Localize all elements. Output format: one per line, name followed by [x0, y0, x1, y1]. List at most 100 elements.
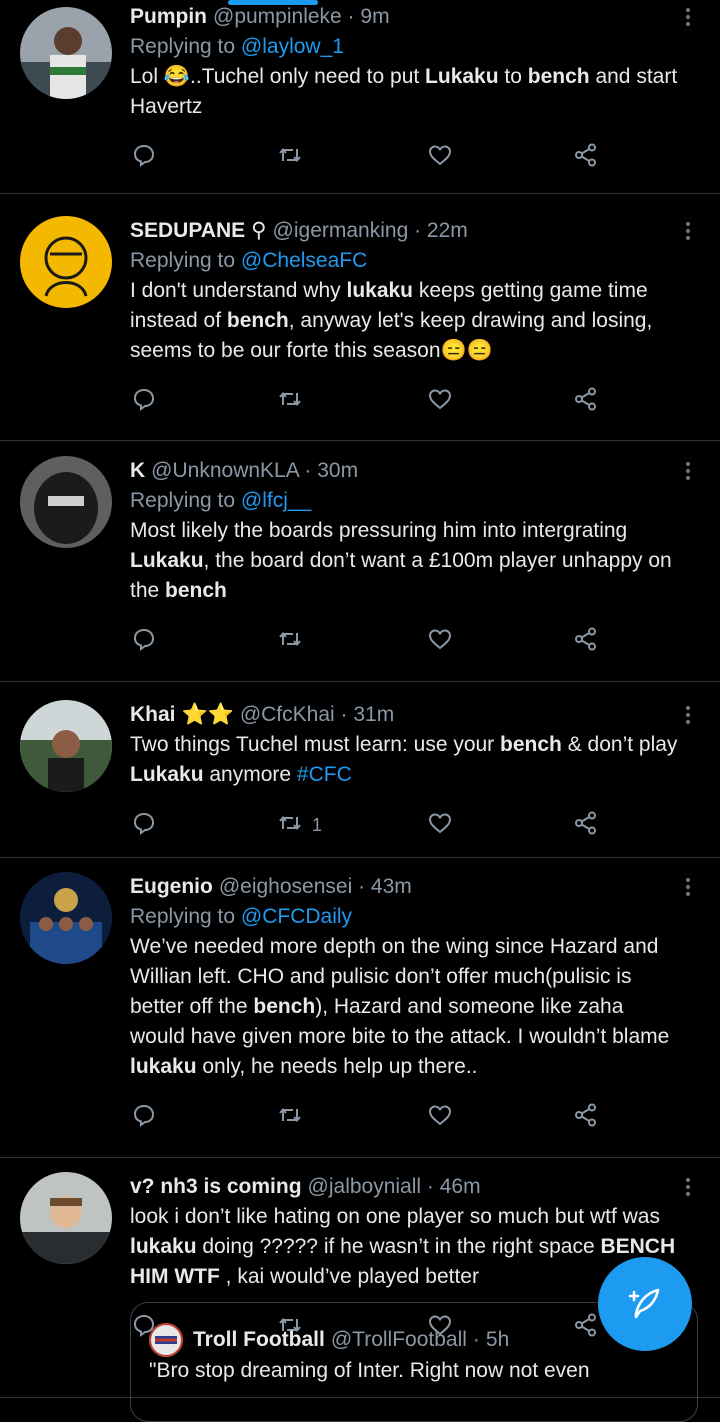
retweet-count: 1 [312, 814, 323, 835]
tweet-time[interactable]: 43m [371, 875, 412, 898]
retweet-button[interactable] [276, 140, 304, 174]
tweet[interactable]: Eugenio @eighosensei · 43m Replying to @CF… [0, 858, 720, 1158]
more-icon[interactable] [684, 462, 692, 483]
like-button[interactable] [426, 808, 454, 842]
more-icon[interactable] [684, 706, 692, 727]
avatar[interactable] [20, 1172, 112, 1264]
text-segment: & don’t play [561, 733, 678, 756]
separator-dot: · [298, 459, 318, 482]
retweet-icon [276, 1101, 304, 1134]
author-handle[interactable]: @jalboyniall [308, 1175, 422, 1198]
tweet-actions [130, 624, 610, 658]
like-button[interactable] [426, 1100, 454, 1134]
tweet-time[interactable]: 31m [353, 703, 394, 726]
retweet-icon [276, 625, 304, 658]
compose-tweet-button[interactable] [598, 1257, 692, 1351]
highlighted-term: lukaku [130, 1235, 197, 1258]
author-handle[interactable]: @CfcKhai [240, 703, 335, 726]
more-icon[interactable] [684, 222, 692, 243]
highlighted-term: BENCH [600, 1235, 676, 1258]
tweet-text: We’ve needed more depth on the wing sinc… [130, 932, 680, 1082]
mention-link[interactable]: @lfcj__ [241, 489, 311, 512]
tweet[interactable]: SEDUPANE ⚲ @igermanking · 22m Replying to @… [0, 194, 720, 441]
tweet-text: look i don’t like hating on one player s… [130, 1202, 680, 1292]
hashtag-link[interactable]: #CFC [297, 763, 352, 786]
tweet-time[interactable]: 30m [317, 459, 358, 482]
tweet-actions [130, 384, 610, 418]
text-segment: anymore [203, 763, 297, 786]
avatar[interactable] [20, 456, 112, 548]
share-icon [572, 809, 600, 842]
more-icon[interactable] [684, 878, 692, 899]
quoted-author-handle[interactable]: @TrollFootball [331, 1328, 467, 1352]
retweet-button[interactable] [276, 384, 304, 418]
replying-to: Replying to @CFCDaily [130, 902, 680, 932]
tweet-content: K @UnknownKLA · 30m Replying to @lfcj__ Mos… [130, 456, 680, 606]
retweet-icon [276, 385, 304, 418]
tweet[interactable]: K @UnknownKLA · 30m Replying to @lfcj__ Mos… [0, 441, 720, 682]
author-name[interactable]: Khai [130, 703, 176, 726]
text-segment: look i don’t like hating on one player s… [130, 1205, 660, 1228]
author-name[interactable]: K [130, 459, 145, 482]
highlighted-term: bench [226, 309, 289, 332]
mention-link[interactable]: @CFCDaily [241, 905, 352, 928]
tweet-content: SEDUPANE ⚲ @igermanking · 22m Replying to @… [130, 216, 680, 366]
highlighted-term: bench [500, 733, 562, 756]
retweet-button[interactable] [276, 1100, 304, 1134]
share-button[interactable] [572, 384, 600, 418]
like-button[interactable] [426, 624, 454, 658]
tweet-header: Eugenio @eighosensei · 43m [130, 872, 680, 902]
author-name[interactable]: Eugenio [130, 875, 213, 898]
share-button[interactable] [572, 808, 600, 842]
author-handle[interactable]: @UnknownKLA [151, 459, 298, 482]
like-icon [426, 141, 454, 174]
reply-button[interactable] [130, 384, 158, 418]
author-name[interactable]: v? nh3 is coming [130, 1175, 302, 1198]
like-button[interactable] [426, 140, 454, 174]
text-segment: doing ????? if he wasn’t in the right sp… [196, 1235, 601, 1258]
tweet-content: Pumpin @pumpinleke · 9m Replying to @laylo… [130, 2, 680, 122]
share-button[interactable] [572, 624, 600, 658]
retweet-button[interactable] [276, 624, 304, 658]
reply-button[interactable] [130, 140, 158, 174]
reply-button[interactable] [130, 624, 158, 658]
like-button[interactable] [426, 384, 454, 418]
avatar[interactable] [20, 216, 112, 308]
reply-button[interactable] [130, 1100, 158, 1134]
tweet[interactable]: Pumpin @pumpinleke · 9m Replying to @laylo… [0, 0, 720, 194]
mention-link[interactable]: @laylow_1 [241, 35, 344, 58]
author-name[interactable]: Pumpin [130, 5, 207, 28]
author-badge: ⭐⭐ [181, 703, 234, 726]
tweet[interactable]: Khai ⭐⭐ @CfcKhai · 31m Two things Tuchel mu… [0, 682, 720, 858]
tweet-time[interactable]: 9m [360, 5, 389, 28]
avatar[interactable] [20, 7, 112, 99]
tweet-time[interactable]: 22m [427, 219, 468, 242]
highlighted-term: lukaku [130, 1055, 197, 1078]
separator-dot: · [472, 1328, 480, 1351]
avatar[interactable] [20, 872, 112, 964]
author-handle[interactable]: @igermanking [273, 219, 409, 242]
replying-to-label: Replying to [130, 905, 236, 928]
share-button[interactable] [572, 1100, 600, 1134]
tweet-time[interactable]: 46m [440, 1175, 481, 1198]
more-icon[interactable] [684, 1178, 692, 1199]
highlighted-term: lukaku [346, 279, 414, 302]
author-handle[interactable]: @pumpinleke [213, 5, 342, 28]
highlighted-term: bench [527, 65, 590, 88]
reply-icon [130, 809, 158, 842]
quoted-author-name[interactable]: Troll Football [193, 1328, 325, 1352]
avatar[interactable] [20, 700, 112, 792]
like-icon [426, 1101, 454, 1134]
reply-button[interactable] [130, 808, 158, 842]
author-handle[interactable]: @eighosensei [219, 875, 352, 898]
highlighted-term: bench [253, 995, 316, 1018]
author-name[interactable]: SEDUPANE [130, 219, 245, 242]
tweet-content: Khai ⭐⭐ @CfcKhai · 31m Two things Tuchel mu… [130, 700, 680, 790]
retweet-icon [276, 809, 304, 842]
compose-tweet-icon [628, 1288, 660, 1319]
retweet-button[interactable]: 1 [276, 808, 322, 842]
mention-link[interactable]: @ChelseaFC [241, 249, 367, 272]
tweet-header: Pumpin @pumpinleke · 9m [130, 2, 680, 32]
share-button[interactable] [572, 140, 600, 174]
more-icon[interactable] [684, 8, 692, 29]
